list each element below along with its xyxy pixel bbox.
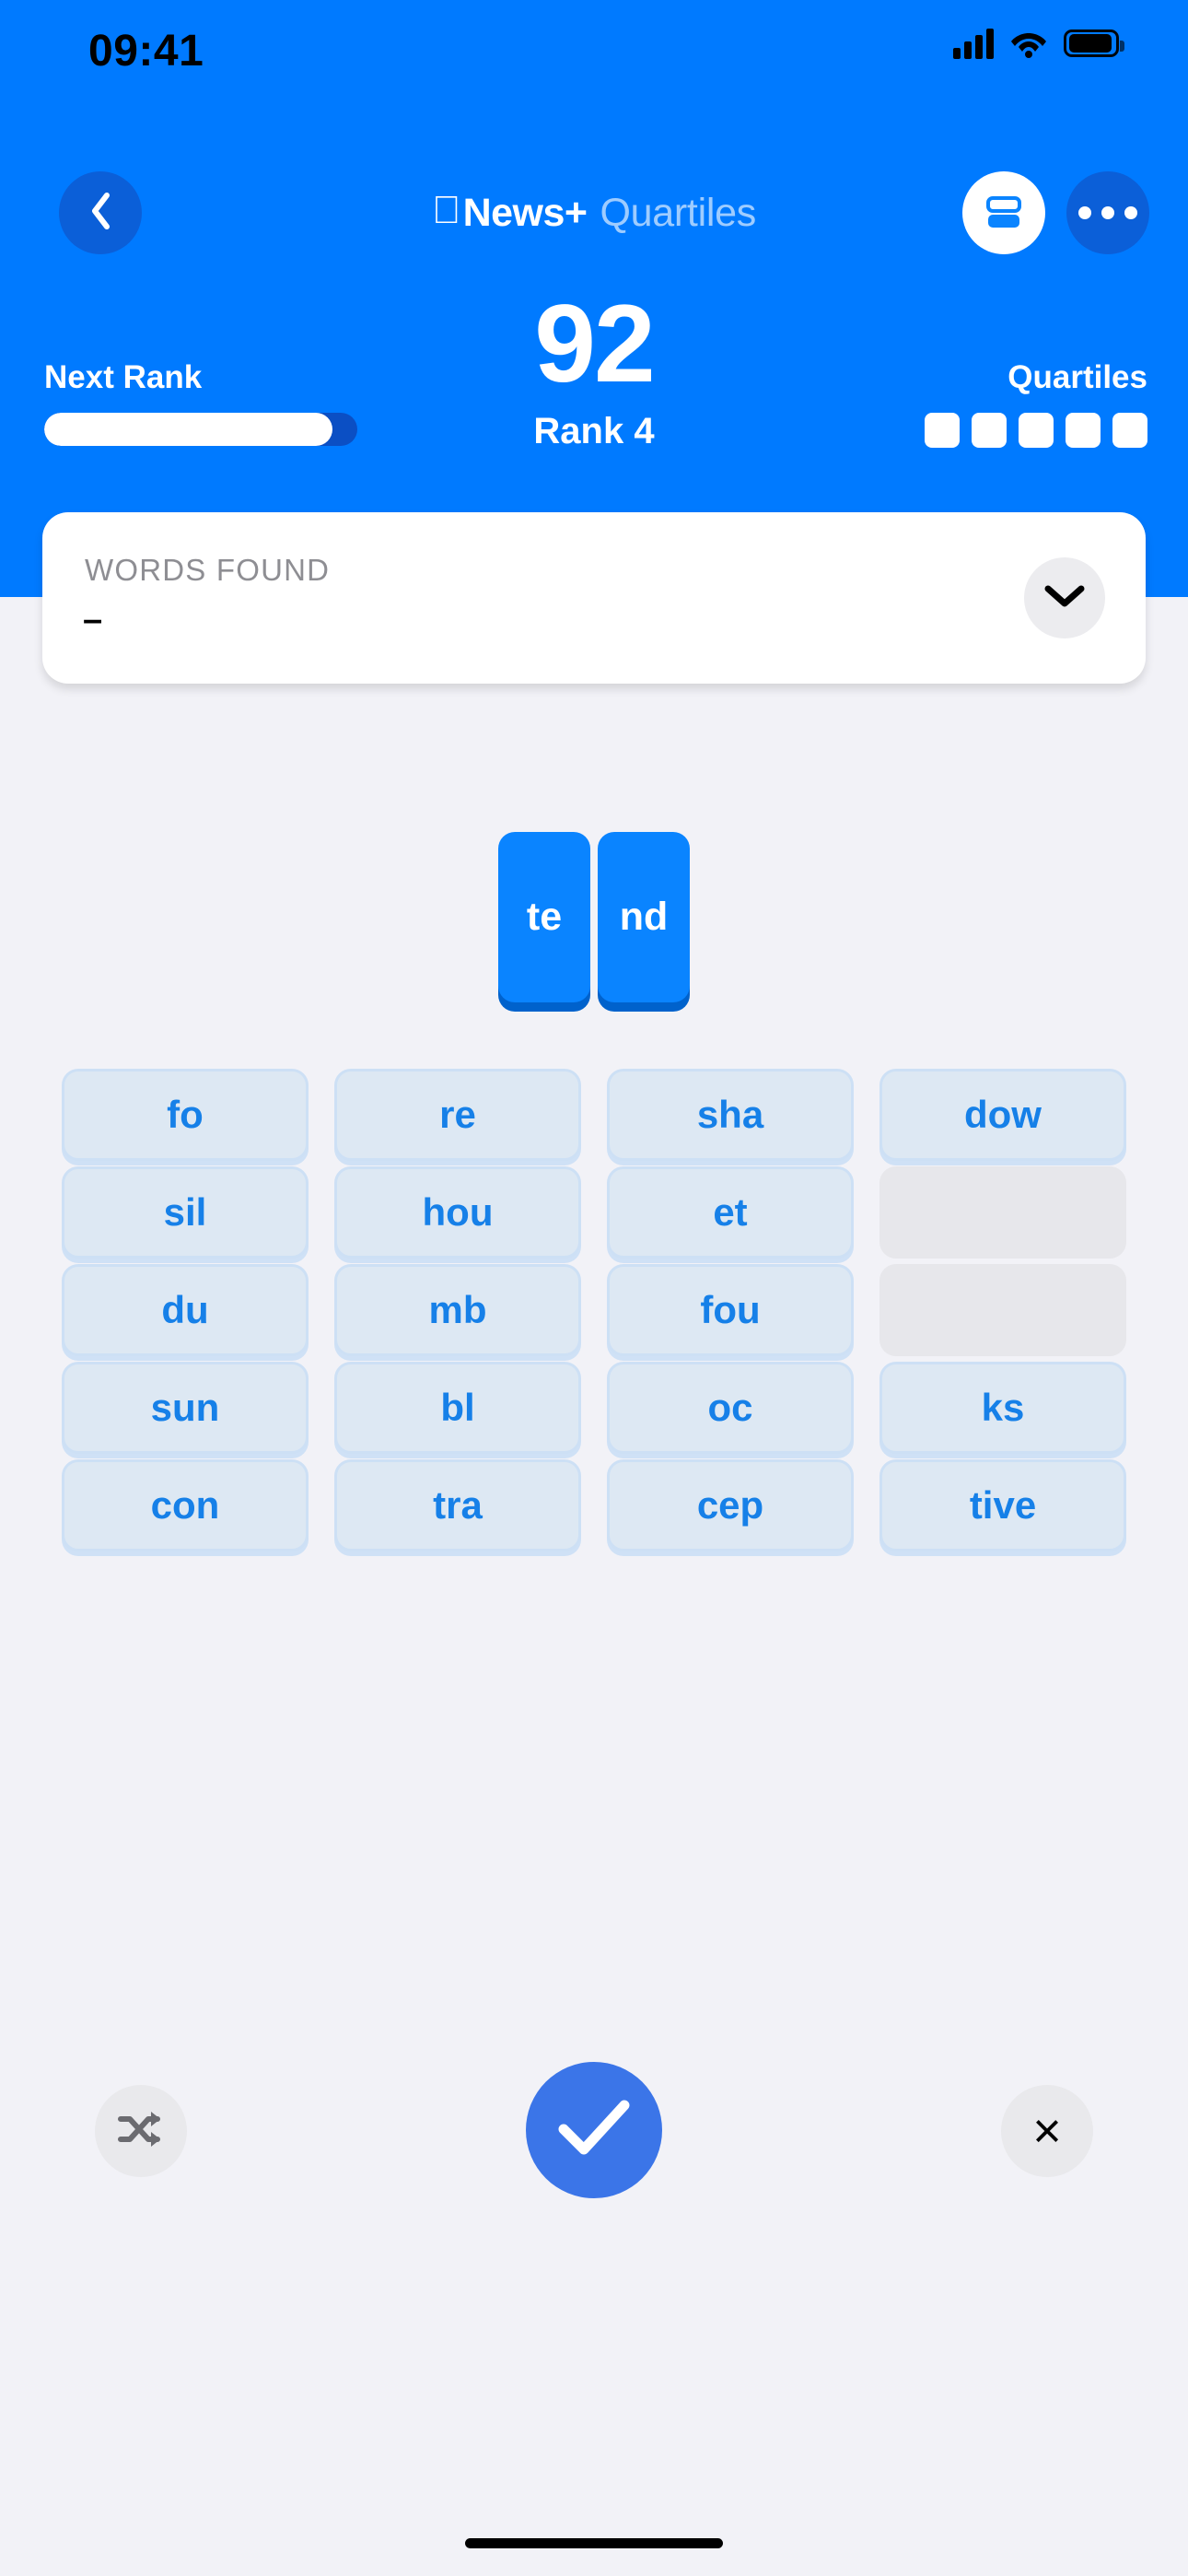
grid-cell: oc: [607, 1362, 854, 1459]
grid-cell: du: [62, 1264, 309, 1362]
grid-cell: [879, 1264, 1126, 1362]
grid-cell: [879, 1166, 1126, 1264]
next-rank-progress-fill: [44, 413, 332, 446]
grid-cell: cep: [607, 1459, 854, 1557]
next-rank-block: Next Rank: [44, 359, 357, 446]
grid-cell: sil: [62, 1166, 309, 1264]
app-header: 09:41 News+ Quartiles 92 Rank 4 Next Ran…: [0, 0, 1188, 597]
quartile-slot-3: [1019, 413, 1054, 448]
tile-grid: fo re sha dow sil hou et du mb fou sun bl oc ks con tra…: [62, 1069, 1126, 1557]
chevron-down-icon: [1044, 583, 1085, 614]
grid-cell: sha: [607, 1069, 854, 1166]
tile-et[interactable]: et: [607, 1166, 854, 1259]
app-title:  News+ Quartiles: [0, 171, 1188, 254]
grid-cell: con: [62, 1459, 309, 1557]
shuffle-button[interactable]: [95, 2085, 187, 2177]
game-controls: ×: [0, 2062, 1188, 2200]
wifi-icon: [1009, 29, 1048, 58]
quartiles-slots: [925, 413, 1147, 448]
tile-sun[interactable]: sun: [62, 1362, 309, 1454]
grid-cell: fo: [62, 1069, 309, 1166]
tile-tive[interactable]: tive: [879, 1459, 1126, 1551]
title-game: Quartiles: [585, 190, 757, 235]
grid-cell: tive: [879, 1459, 1126, 1557]
grid-cell: re: [334, 1069, 581, 1166]
tile-hou[interactable]: hou: [334, 1166, 581, 1259]
tile-bl[interactable]: bl: [334, 1362, 581, 1454]
tile-sha[interactable]: sha: [607, 1069, 854, 1161]
next-rank-label: Next Rank: [44, 359, 203, 395]
tile-du[interactable]: du: [62, 1264, 309, 1356]
quartile-slot-1: [925, 413, 960, 448]
selected-tiles-row: te nd: [0, 832, 1188, 1002]
next-rank-progress-bar: [44, 413, 357, 446]
tile-oc[interactable]: oc: [607, 1362, 854, 1454]
words-found-value: –: [83, 601, 103, 639]
selected-tile-2[interactable]: nd: [598, 832, 690, 1002]
tile-ks[interactable]: ks: [879, 1362, 1126, 1454]
tile-fo[interactable]: fo: [62, 1069, 309, 1161]
tile-con[interactable]: con: [62, 1459, 309, 1551]
tile-sil[interactable]: sil: [62, 1166, 309, 1259]
grid-cell: et: [607, 1166, 854, 1264]
clear-button[interactable]: ×: [1001, 2085, 1093, 2177]
words-found-label: WORDS FOUND: [85, 553, 331, 587]
tile-dow[interactable]: dow: [879, 1069, 1126, 1161]
grid-cell: dow: [879, 1069, 1126, 1166]
close-x-icon: ×: [1032, 2103, 1062, 2159]
quartile-slot-4: [1066, 413, 1101, 448]
submit-button[interactable]: [526, 2062, 662, 2198]
tile-tra[interactable]: tra: [334, 1459, 581, 1551]
title-brand: News+: [448, 190, 588, 235]
cellular-bars-icon: [953, 28, 994, 59]
tile-mb[interactable]: mb: [334, 1264, 581, 1356]
checkmark-icon: [556, 2098, 632, 2163]
shuffle-icon: [117, 2108, 165, 2155]
tile-empty-r2c4: [879, 1166, 1126, 1259]
quartiles-block: Quartiles: [925, 359, 1147, 448]
home-indicator: [465, 2538, 723, 2548]
words-found-card[interactable]: WORDS FOUND –: [42, 512, 1146, 684]
apple-logo-icon: : [432, 191, 461, 229]
grid-cell: hou: [334, 1166, 581, 1264]
selected-tile-1[interactable]: te: [498, 832, 590, 1002]
status-time: 09:41: [88, 27, 204, 76]
tile-empty-r3c4: [879, 1264, 1126, 1356]
grid-cell: sun: [62, 1362, 309, 1459]
quartile-slot-5: [1112, 413, 1147, 448]
tile-cep[interactable]: cep: [607, 1459, 854, 1551]
tile-fou[interactable]: fou: [607, 1264, 854, 1356]
quartiles-game-screen: 09:41 News+ Quartiles 92 Rank 4 Next Ran…: [0, 0, 1188, 2576]
battery-full-icon: [1064, 29, 1124, 57]
grid-cell: fou: [607, 1264, 854, 1362]
quartiles-label: Quartiles: [1007, 359, 1147, 395]
grid-cell: ks: [879, 1362, 1126, 1459]
status-bar: 09:41: [0, 0, 1188, 101]
expand-words-button[interactable]: [1024, 557, 1105, 638]
grid-cell: mb: [334, 1264, 581, 1362]
tile-re[interactable]: re: [334, 1069, 581, 1161]
quartile-slot-2: [972, 413, 1007, 448]
grid-cell: tra: [334, 1459, 581, 1557]
status-indicators: [953, 28, 1124, 59]
grid-cell: bl: [334, 1362, 581, 1459]
